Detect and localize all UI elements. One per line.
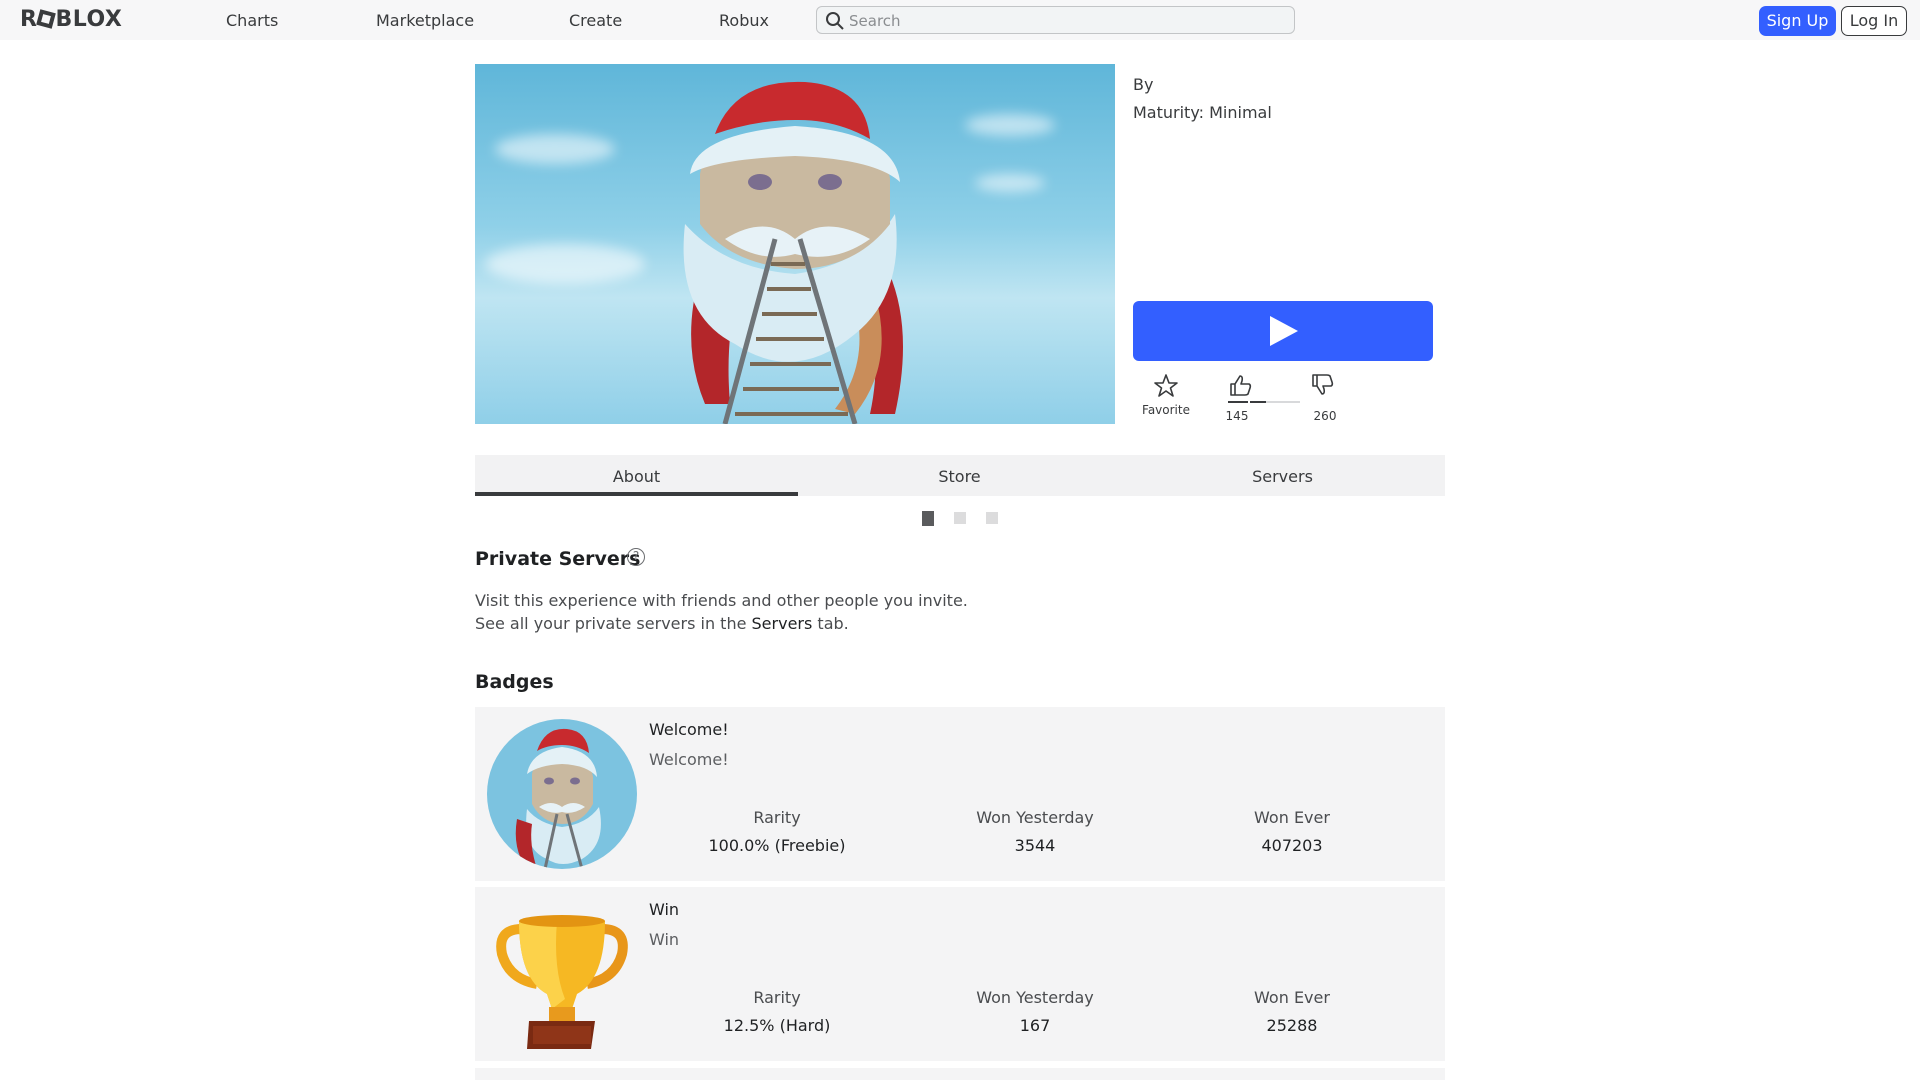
badge-won-yesterday: Won Yesterday 3544 [976,808,1094,855]
badge-name: Win [649,900,680,919]
private-servers-heading: Private Servers [475,548,641,570]
play-icon [1270,316,1298,346]
nav-charts[interactable]: Charts [226,11,278,31]
nav-create[interactable]: Create [569,11,622,31]
badge-card[interactable] [475,1068,1445,1080]
badge-won-ever: Won Ever 25288 [1254,988,1330,1035]
badge-description: Welcome! [649,750,729,769]
search-placeholder: Search [849,12,901,30]
vote-ratio-bar [1228,401,1300,403]
badges-heading: Badges [475,671,554,693]
tab-bar: About Store Servers [475,455,1445,496]
top-nav-bar: R BLOX Charts Marketplace Create Robux Se… [0,0,1920,40]
badge-rarity: Rarity 12.5% (Hard) [723,988,831,1035]
servers-tab-link[interactable]: Servers [752,614,813,633]
thumbs-up-icon[interactable] [1228,372,1254,398]
badge-rarity: Rarity 100.0% (Freebie) [708,808,846,855]
help-icon[interactable]: ? [627,548,645,566]
nav-robux[interactable]: Robux [719,11,769,31]
badge-won-yesterday: Won Yesterday 167 [976,988,1094,1035]
carousel-dot-1[interactable] [922,511,934,526]
carousel-dot-3[interactable] [986,512,998,524]
maturity-rating: Maturity: Minimal [1133,103,1272,122]
downvote-count: 260 [1313,409,1337,423]
log-in-button[interactable]: Log In [1841,6,1907,36]
favorite-label: Favorite [1142,403,1190,417]
badge-name: Welcome! [649,720,729,739]
badge-description: Win [649,930,680,949]
trophy-icon [496,915,628,1049]
carousel-dot-2[interactable] [954,512,966,524]
badge-welcome-image [487,719,637,869]
badge-card[interactable]: Win Win Rarity 12.5% (Hard) Won Yesterday… [475,887,1445,1061]
badge-card[interactable]: Welcome! Welcome! Rarity 100.0% (Freebie)… [475,707,1445,881]
tab-about[interactable]: About [475,455,798,496]
creator-by-label: By [1133,75,1154,94]
nav-marketplace[interactable]: Marketplace [376,11,474,31]
search-icon [826,12,844,30]
search-input[interactable]: Search [816,6,1295,34]
private-servers-desc: Visit this experience with friends and o… [475,591,968,610]
star-icon[interactable] [1153,373,1179,399]
game-thumbnail[interactable] [475,64,1115,424]
upvote-count: 145 [1225,409,1249,423]
roblox-logo[interactable]: R BLOX [20,9,122,31]
private-servers-hint: See all your private servers in the Serv… [475,614,849,633]
badge-won-ever: Won Ever 407203 [1254,808,1330,855]
play-button[interactable] [1133,301,1433,361]
thumbs-down-icon[interactable] [1310,372,1336,398]
tab-servers[interactable]: Servers [1121,455,1444,496]
sign-up-button[interactable]: Sign Up [1759,6,1836,36]
tab-store[interactable]: Store [798,455,1121,496]
